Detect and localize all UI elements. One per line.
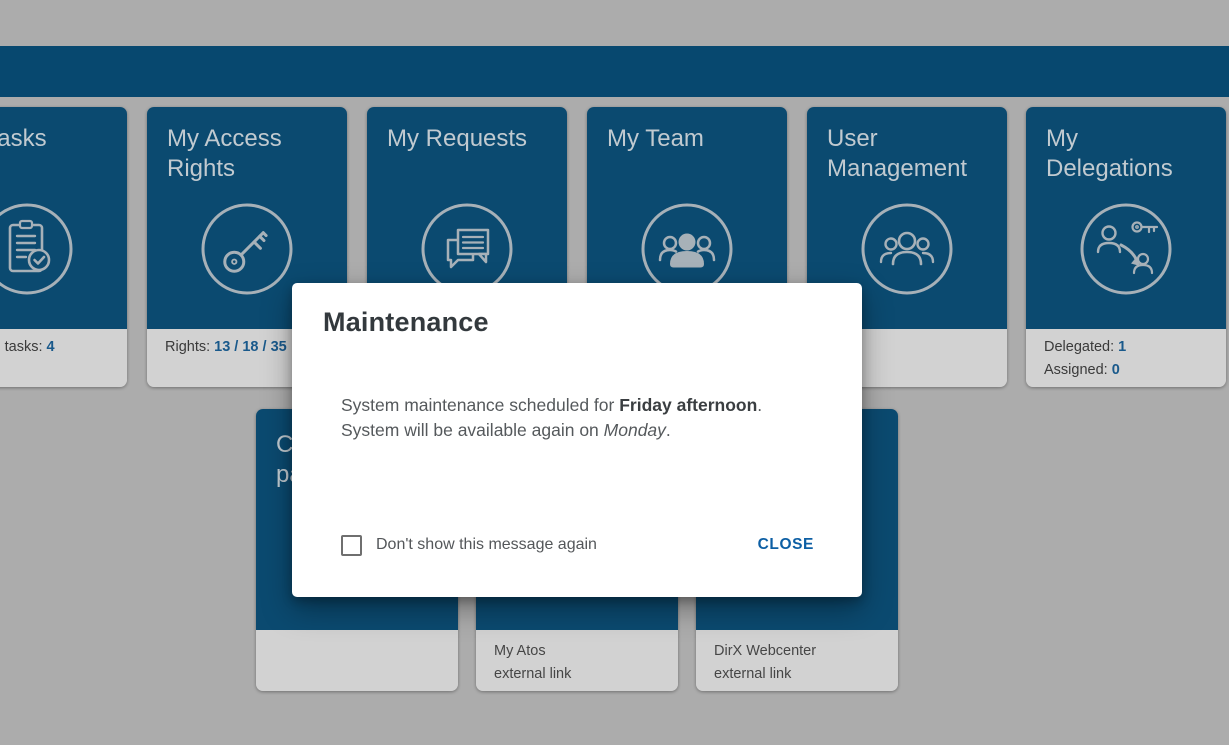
maintenance-dialog: Maintenance System maintenance scheduled… xyxy=(292,283,862,597)
app-header-bar xyxy=(0,46,1229,97)
link-title: My Atos xyxy=(494,640,660,663)
tile-title: My Delegations xyxy=(1046,124,1208,184)
tile-my-atos-footer: My Atos external link xyxy=(476,630,678,691)
tile-my-tasks-header: My Tasks xyxy=(0,107,127,329)
dialog-body: System maintenance scheduled for Friday … xyxy=(341,393,832,442)
link-subtitle: external link xyxy=(714,663,880,686)
tile-title: My Requests xyxy=(387,124,549,154)
close-button[interactable]: CLOSE xyxy=(758,536,814,554)
tile-my-tasks-footer: My open tasks:4 xyxy=(0,329,127,387)
delegation-icon xyxy=(1079,202,1173,296)
users-icon xyxy=(860,202,954,296)
dialog-actions: Don't show this message again CLOSE xyxy=(341,533,814,557)
link-subtitle: external link xyxy=(494,663,660,686)
tile-dirx-webcenter-footer: DirX Webcenter external link xyxy=(696,630,898,691)
dont-show-again-checkbox[interactable] xyxy=(341,535,362,556)
tile-title: My Team xyxy=(607,124,769,154)
tile-my-delegations-footer: Delegated:1 Assigned:0 xyxy=(1026,329,1226,387)
tile-my-delegations[interactable]: My Delegations Delegated:1 Assigned:0 xyxy=(1026,107,1226,387)
link-title: DirX Webcenter xyxy=(714,640,880,663)
stat-open-tasks: My open tasks:4 xyxy=(0,339,109,355)
tile-my-delegations-header: My Delegations xyxy=(1026,107,1226,329)
tile-title: My Tasks xyxy=(0,124,109,154)
dialog-title: Maintenance xyxy=(323,307,489,338)
stat-assigned: Assigned:0 xyxy=(1044,362,1208,378)
key-icon xyxy=(200,202,294,296)
tasks-icon xyxy=(0,202,74,296)
dont-show-again-label: Don't show this message again xyxy=(376,536,597,554)
tile-my-tasks[interactable]: My Tasks My open tasks:4 xyxy=(0,107,127,387)
team-icon xyxy=(640,202,734,296)
dont-show-again-option[interactable]: Don't show this message again xyxy=(341,535,597,556)
tile-change-password-footer xyxy=(256,630,458,691)
tile-title: My Access Rights xyxy=(167,124,329,184)
dialog-body-line1: System maintenance scheduled for Friday … xyxy=(341,393,832,418)
chat-icon xyxy=(420,202,514,296)
tile-title: User Management xyxy=(827,124,989,184)
dialog-body-line2: System will be available again on Monday… xyxy=(341,418,832,443)
stat-delegated: Delegated:1 xyxy=(1044,339,1208,355)
